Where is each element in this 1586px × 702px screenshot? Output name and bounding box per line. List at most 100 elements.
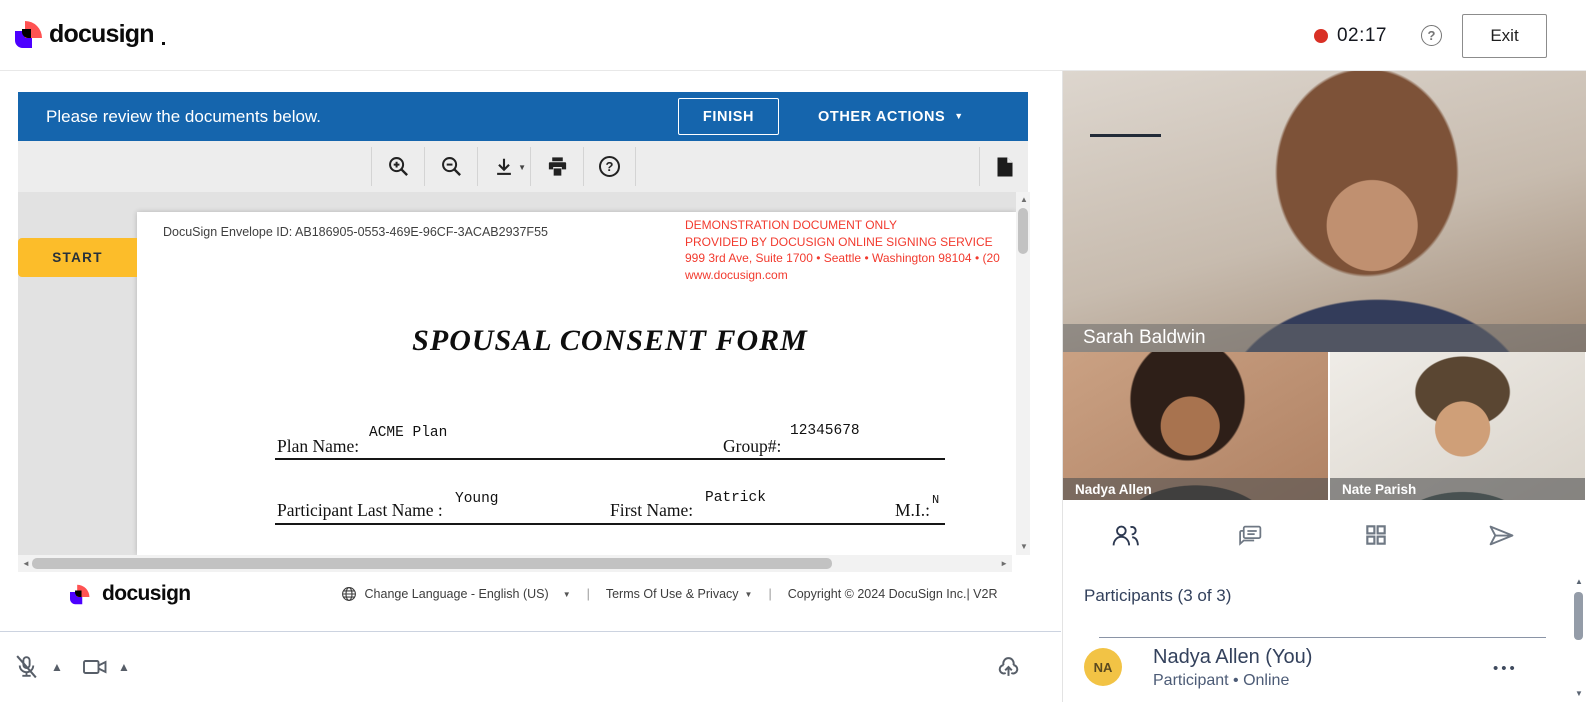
tab-participants[interactable] — [1063, 500, 1188, 570]
app-header: docusign 02:17 ? Exit — [0, 0, 1586, 71]
active-tab-underline — [1090, 134, 1161, 137]
camera-options-caret-icon[interactable]: ▲ — [118, 660, 130, 674]
toolbar-help-icon: ? — [599, 156, 620, 177]
demo-line: 999 3rd Ave, Suite 1700 • Seattle • Wash… — [685, 251, 1000, 265]
tab-chat[interactable] — [1188, 500, 1313, 570]
mi-label: M.I.: — [895, 500, 930, 520]
horizontal-scroll-thumb[interactable] — [32, 558, 832, 569]
video-call-panel: Sarah Baldwin Nadya Allen Nate Parish Pa… — [1062, 71, 1586, 702]
video-name-label: Nate Parish — [1330, 478, 1585, 500]
participants-scrollbar[interactable]: ▲ ▼ — [1571, 576, 1585, 700]
participant-status: Participant • Online — [1153, 672, 1290, 689]
form-rule — [275, 523, 945, 525]
download-button[interactable]: ▼ — [477, 147, 530, 186]
first-name-value: Patrick — [705, 490, 766, 506]
vertical-scroll-thumb[interactable] — [1018, 208, 1028, 254]
horizontal-scrollbar[interactable]: ◄ ► — [18, 555, 1012, 572]
video-name-label: Nadya Allen — [1063, 478, 1328, 500]
avatar: NA — [1084, 648, 1122, 686]
panel-tabs — [1063, 500, 1563, 570]
participants-icon — [1110, 523, 1141, 548]
divider — [1099, 637, 1546, 638]
zoom-in-button[interactable] — [371, 147, 424, 186]
help-button[interactable]: ? — [583, 147, 636, 186]
finish-button[interactable]: FINISH — [678, 98, 779, 135]
more-options-icon[interactable]: ••• — [1493, 660, 1518, 677]
download-caret-icon: ▼ — [518, 163, 526, 172]
document-icon — [992, 155, 1016, 179]
footer-docusign-wordmark: docusign — [102, 582, 191, 605]
session-timer: 02:17 — [1336, 24, 1387, 46]
video-name-label: Sarah Baldwin — [1063, 324, 1586, 352]
form-rule — [275, 458, 945, 460]
zoom-in-icon — [387, 155, 410, 178]
scroll-right-icon[interactable]: ► — [1000, 560, 1008, 568]
mic-options-caret-icon[interactable]: ▲ — [51, 660, 63, 674]
video-thumbnails: Nadya Allen Nate Parish — [1063, 352, 1586, 500]
start-tab-button[interactable]: START — [18, 238, 137, 277]
mic-muted-button[interactable] — [13, 654, 40, 681]
footer-docusign-logo: docusign — [70, 581, 191, 608]
print-button[interactable] — [530, 147, 583, 186]
document-viewport: DocuSign Envelope ID: AB186905-0553-469E… — [18, 192, 1016, 555]
av-controls-bar: ▲ ▲ — [0, 631, 1061, 702]
participants-scroll-thumb[interactable] — [1574, 592, 1583, 640]
scroll-down-icon[interactable]: ▼ — [1020, 543, 1028, 551]
signing-footer: docusign Change Language - English (US) … — [18, 572, 1033, 616]
help-icon[interactable]: ? — [1421, 25, 1442, 46]
participants-heading: Participants (3 of 3) — [1084, 586, 1232, 605]
download-icon — [493, 156, 515, 178]
tab-send[interactable] — [1438, 500, 1563, 570]
document-toolbar: ▼ ? — [18, 141, 1028, 192]
change-language-dropdown[interactable]: Change Language - English (US) ▼ — [341, 586, 571, 602]
tab-layout[interactable] — [1313, 500, 1438, 570]
layout-grid-icon — [1363, 522, 1389, 548]
footer-separator: | — [768, 587, 772, 601]
cloud-upload-button[interactable] — [995, 654, 1022, 681]
terms-privacy-label: Terms Of Use & Privacy — [605, 587, 739, 601]
header-actions: 02:17 ? Exit — [1313, 0, 1547, 71]
zoom-out-icon — [440, 155, 463, 178]
video-tile-main[interactable]: Sarah Baldwin — [1063, 71, 1586, 352]
other-actions-menu[interactable]: OTHER ACTIONS ▼ — [818, 92, 964, 141]
exit-button[interactable]: Exit — [1462, 13, 1547, 58]
docusign-wordmark: docusign — [49, 20, 155, 48]
footer-separator: | — [586, 587, 590, 601]
cloud-upload-icon — [995, 654, 1022, 681]
document-page: DocuSign Envelope ID: AB186905-0553-469E… — [137, 212, 1016, 555]
send-icon — [1487, 523, 1515, 548]
review-message: Please review the documents below. — [46, 106, 321, 126]
video-tile-thumb[interactable]: Nadya Allen — [1063, 352, 1330, 500]
document-list-button[interactable] — [979, 147, 1028, 186]
terms-privacy-dropdown[interactable]: Terms Of Use & Privacy ▼ — [606, 587, 753, 601]
docusign-wordmark-dot — [161, 42, 165, 45]
zoom-out-button[interactable] — [424, 147, 477, 186]
camera-button[interactable] — [81, 655, 109, 679]
video-tile-thumb[interactable]: Nate Parish — [1330, 352, 1585, 500]
scroll-up-icon[interactable]: ▲ — [1020, 196, 1028, 204]
record-dot — [1313, 28, 1328, 43]
camera-icon — [81, 655, 109, 679]
vertical-scrollbar[interactable]: ▲ ▼ — [1016, 192, 1030, 555]
globe-icon — [341, 586, 357, 602]
demo-line: PROVIDED BY DOCUSIGN ONLINE SIGNING SERV… — [685, 234, 993, 249]
scroll-down-icon[interactable]: ▼ — [1575, 690, 1583, 698]
last-name-value: Young — [455, 491, 499, 507]
demo-line: www.docusign.com — [685, 267, 788, 282]
document-title: SPOUSAL CONSENT FORM — [412, 324, 808, 357]
group-label: Group#: — [723, 436, 782, 456]
scroll-left-icon[interactable]: ◄ — [22, 560, 30, 568]
mic-muted-icon — [13, 654, 40, 681]
docusign-logo: docusign — [15, 20, 165, 49]
envelope-id: DocuSign Envelope ID: AB186905-0553-469E… — [163, 225, 548, 239]
demo-notice: DEMONSTRATION DOCUMENT ONLY PROVIDED BY … — [685, 217, 1016, 283]
chat-icon — [1237, 523, 1264, 548]
plan-name-label: Plan Name: — [277, 436, 360, 456]
review-banner: Please review the documents below. FINIS… — [18, 92, 1028, 141]
other-actions-label: OTHER ACTIONS — [818, 108, 946, 125]
copyright-text: Copyright © 2024 DocuSign Inc.| V2R — [787, 587, 998, 601]
demo-line: DEMONSTRATION DOCUMENT ONLY — [685, 218, 898, 232]
scroll-up-icon[interactable]: ▲ — [1575, 578, 1583, 586]
print-icon — [546, 155, 569, 178]
first-name-label: First Name: — [610, 500, 694, 520]
